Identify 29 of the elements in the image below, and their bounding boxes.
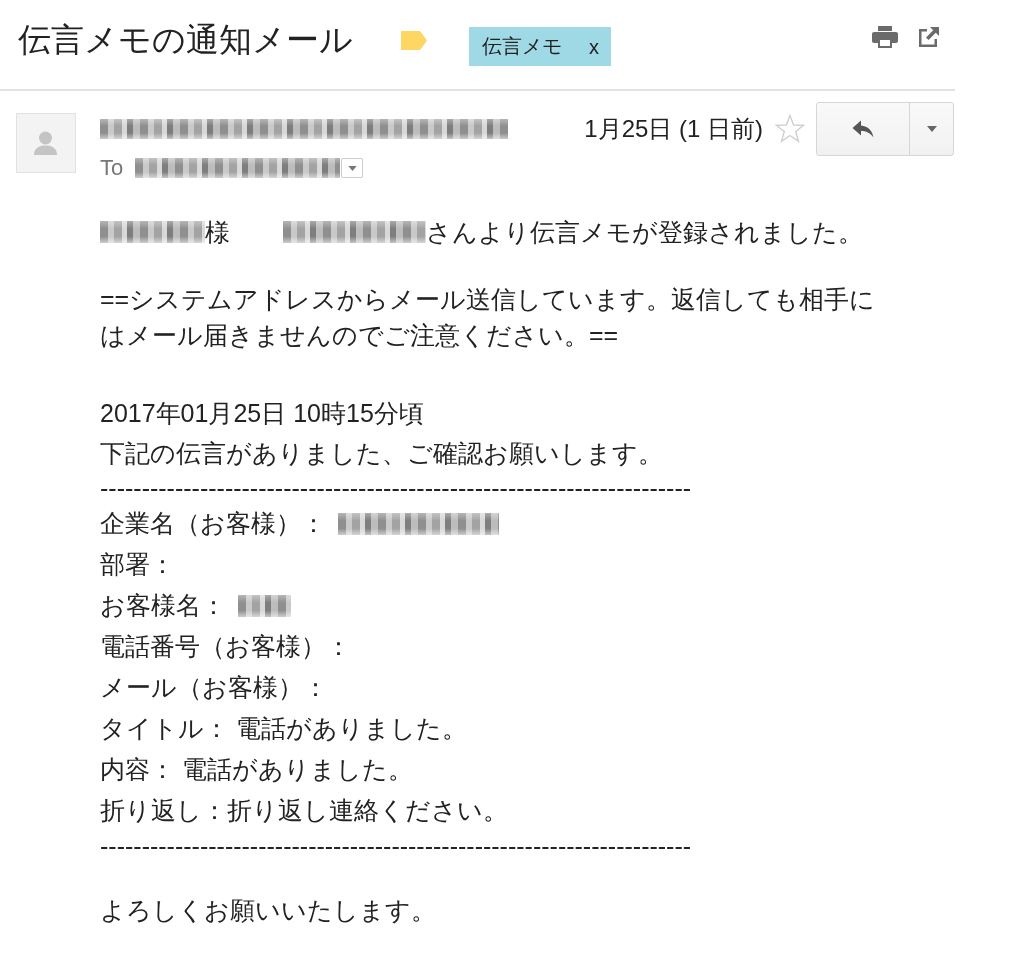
notice-paragraph: ==システムアドレスからメール送信しています。返信しても相手に はメール届きませんのでご注意ください。== [100, 284, 877, 351]
request-text: 下記の伝言がありました、ご確認お願いします。 [100, 438, 664, 469]
star-icon[interactable] [775, 114, 805, 144]
field-text: 部署： [100, 549, 175, 580]
to-label: To [100, 155, 124, 181]
print-icon[interactable] [872, 26, 898, 48]
caret-icon [347, 165, 357, 171]
remove-label-button[interactable]: x [589, 34, 599, 59]
field-text: 内容： 電話がありました。 [100, 754, 413, 785]
field-text: 企業名（お客様）： [100, 508, 326, 539]
reply-arrow-icon [852, 120, 874, 138]
avatar-icon [16, 113, 76, 173]
message-date: 1月25日 (1 日前) [584, 114, 763, 144]
new-window-icon[interactable] [918, 26, 940, 48]
field-text: 折り返し：折り返し連絡ください。 [100, 795, 508, 826]
show-details-button[interactable] [341, 158, 364, 178]
field-text: タイトル： 電話がありました。 [100, 713, 467, 744]
dashed-rule-text: ----------------------------------------------------------------------- [100, 473, 693, 503]
field-text: メール（お客様）： [100, 672, 328, 703]
field-text: お客様名： [100, 590, 226, 621]
closing-text: よろしくお願いいたします。 [100, 895, 437, 926]
label-name: 伝言メモ [482, 34, 562, 59]
caret-icon [926, 126, 937, 132]
field-text: 電話番号（お客様）： [100, 631, 351, 662]
received-datetime: 2017年01月25日 10時15分頃 [100, 398, 425, 429]
dashed-rule-text: ----------------------------------------------------------------------- [100, 831, 693, 861]
email-subject: 伝言メモの通知メール [18, 20, 353, 60]
honorific-text: 様 [205, 216, 230, 248]
greeting-text: さんより伝言メモが登録されました。 [426, 216, 863, 248]
